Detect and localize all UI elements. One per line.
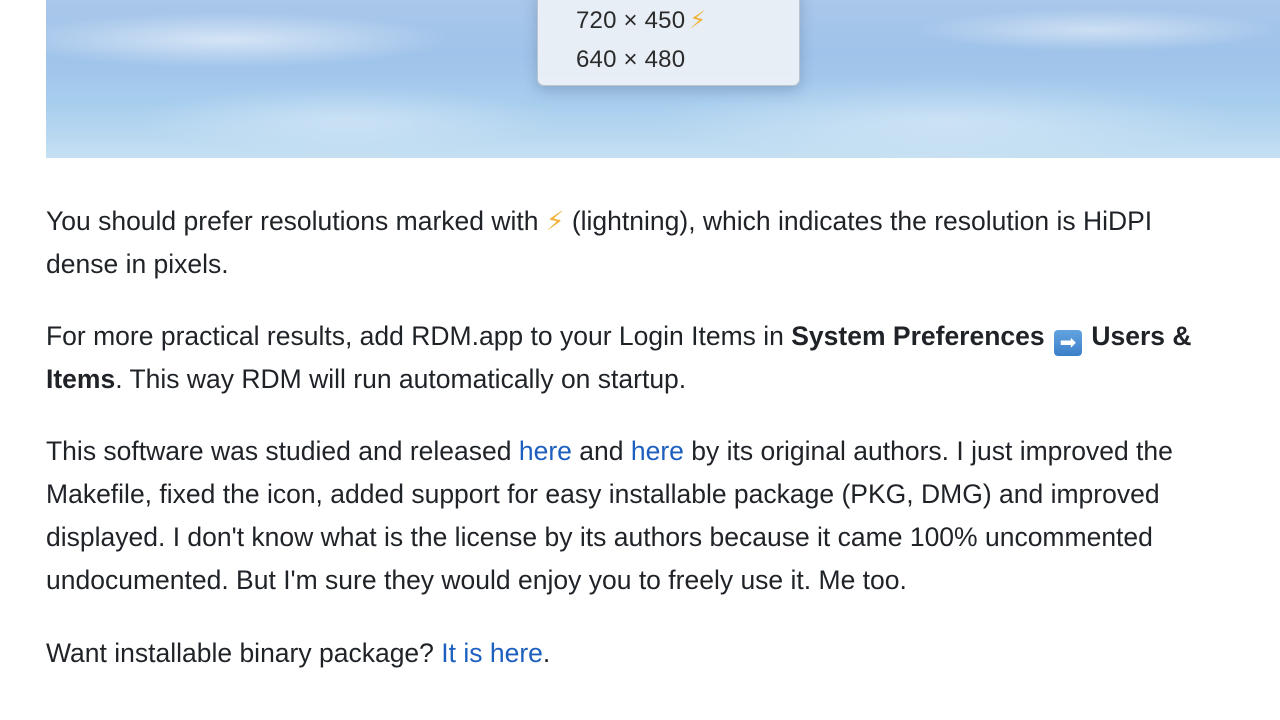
paragraph-line: Items. This way RDM will run automatical…	[46, 358, 1280, 401]
paragraph-line: Makefile, fixed the icon, added support …	[46, 479, 1160, 509]
text-span: .	[542, 638, 551, 668]
resolution-option-720x450[interactable]: 720 × 450 ⚡	[576, 6, 706, 35]
text-span: Want installable binary package?	[46, 638, 442, 668]
paragraph-credits: This software was studied and released h…	[46, 430, 1280, 602]
paragraph-hidpi-tip: You should prefer resolutions marked wit…	[46, 200, 1280, 286]
text-span: This software was studied and released	[46, 436, 519, 466]
paragraph-line: undocumented. But I'm sure they would en…	[46, 565, 907, 595]
text-span: and	[571, 436, 631, 466]
text-span: For more practical results, add RDM.app …	[46, 321, 792, 351]
resolution-option-label: 720 × 450	[576, 7, 686, 34]
paragraph-line: dense in pixels.	[46, 249, 229, 279]
system-preferences-label: System Preferences	[791, 321, 1045, 351]
text-span: by its original authors. I just improved…	[683, 436, 1173, 466]
paragraph-line: You should prefer resolutions marked wit…	[46, 200, 1280, 243]
hero-screenshot-image: 720 × 450 ⚡ 640 × 480	[46, 0, 1280, 158]
paragraph-binary-package: Want installable binary package? It is h…	[46, 632, 1280, 675]
paragraph-line: Want installable binary package? It is h…	[46, 632, 1280, 675]
here-link-2[interactable]: here	[631, 436, 684, 466]
paragraph-login-items: For more practical results, add RDM.app …	[46, 315, 1280, 401]
resolution-option-640x480[interactable]: 640 × 480	[576, 46, 685, 74]
text-span: (lightning), which indicates the resolut…	[564, 206, 1153, 236]
paragraph-line: This software was studied and released h…	[46, 430, 1280, 473]
resolution-option-label: 640 × 480	[576, 46, 686, 73]
lightning-icon: ⚡	[689, 7, 707, 34]
text-span: . This way RDM will run automatically on…	[115, 364, 687, 394]
resolution-menu-popup: 720 × 450 ⚡ 640 × 480	[537, 0, 800, 86]
paragraph-line: displayed. I don't know what is the lice…	[46, 522, 1153, 552]
users-groups-label: Users &	[1084, 321, 1192, 351]
login-items-label: Items	[46, 364, 116, 394]
binary-package-link[interactable]: It is here	[441, 638, 543, 668]
text-span: You should prefer resolutions marked wit…	[46, 206, 546, 236]
paragraph-line: For more practical results, add RDM.app …	[46, 315, 1280, 358]
lightning-icon: ⚡	[545, 206, 565, 236]
right-arrow-icon: ➡	[1054, 330, 1083, 356]
here-link-1[interactable]: here	[519, 436, 572, 466]
